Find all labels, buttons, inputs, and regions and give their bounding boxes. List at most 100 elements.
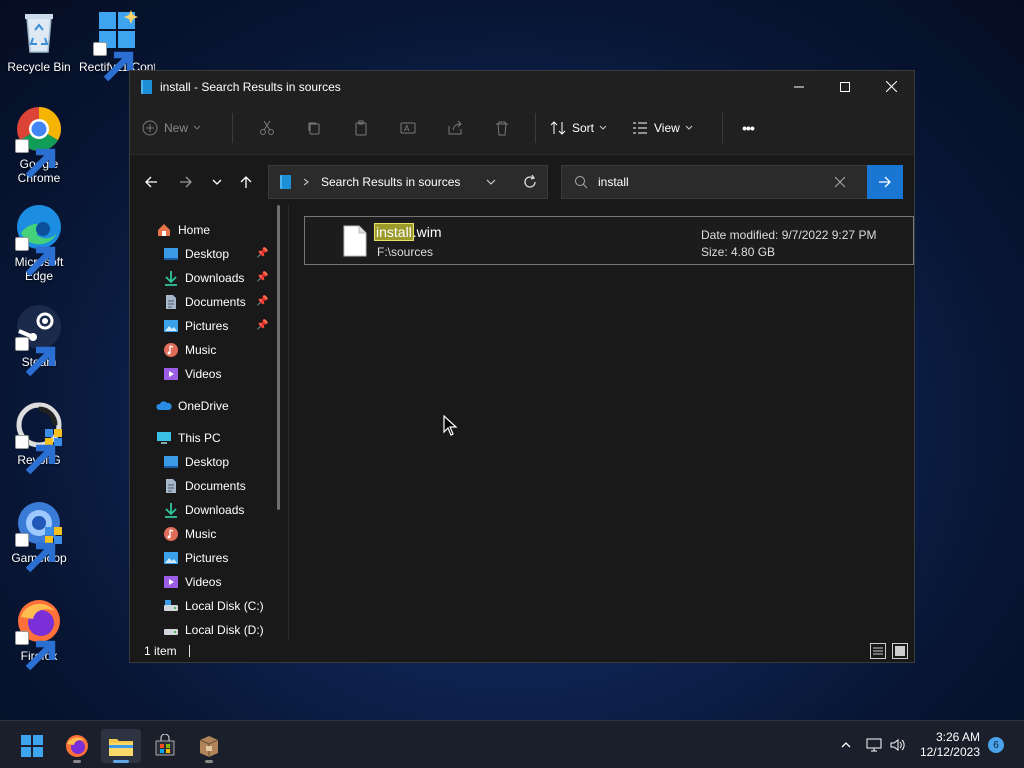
taskbar-firefox[interactable]	[57, 729, 97, 763]
music-icon	[163, 342, 179, 358]
search-go-button[interactable]	[867, 165, 903, 199]
desktop-icon-gameloop[interactable]: Gameloop	[1, 499, 77, 573]
drive-icon	[163, 622, 179, 638]
up-button[interactable]	[231, 167, 261, 197]
search-input[interactable]: install	[598, 175, 629, 189]
mouse-pointer-icon	[443, 415, 458, 436]
more-options-button[interactable]: •••	[733, 112, 763, 144]
address-bar[interactable]: Search Results in sources	[268, 165, 548, 199]
clear-search-button[interactable]	[834, 176, 846, 191]
nav-quick-music[interactable]: Music	[163, 339, 216, 361]
back-button[interactable]	[136, 167, 166, 197]
nav-label: Videos	[185, 575, 222, 589]
nav-quick-desktop[interactable]: Desktop	[163, 243, 229, 265]
package-icon	[199, 736, 219, 757]
navigation-scrollbar[interactable]	[277, 205, 280, 510]
paste-button[interactable]	[337, 112, 384, 144]
nav-label: Downloads	[185, 271, 245, 285]
desktop-icon-recycle-bin[interactable]: Recycle Bin	[1, 8, 77, 74]
result-row[interactable]: install.wim F:\sources Date modified: 9/…	[304, 216, 914, 265]
desktop-icon-revoltg[interactable]: RevoltG	[1, 401, 77, 475]
details-view-button[interactable]	[870, 643, 886, 659]
start-button[interactable]	[12, 729, 52, 763]
firefox-icon	[15, 597, 63, 671]
sort-button[interactable]: Sort	[546, 112, 626, 144]
nav-pc-downloads[interactable]: Downloads	[163, 499, 244, 521]
store-icon	[155, 734, 175, 756]
clock[interactable]: 3:26 AM 12/12/2023	[920, 730, 980, 760]
nav-home[interactable]: Home	[156, 219, 210, 241]
tiles-view-button[interactable]	[892, 643, 908, 659]
notification-badge[interactable]: 6	[988, 737, 1004, 753]
close-button[interactable]	[868, 71, 914, 102]
title-bar[interactable]: install - Search Results in sources	[130, 71, 914, 102]
desktop-icon-steam[interactable]: Steam	[1, 303, 77, 377]
nav-label: Documents	[185, 479, 246, 493]
firefox-icon	[66, 735, 88, 757]
search-icon	[575, 176, 588, 189]
window-title: install - Search Results in sources	[160, 79, 341, 94]
nav-label: Videos	[185, 367, 222, 381]
navigation-pane: Home Desktop 📌 Downloads 📌 Documents 📌 P…	[130, 205, 280, 641]
new-label: New	[164, 121, 189, 135]
view-icon	[633, 122, 647, 134]
chevron-down-icon	[599, 125, 607, 130]
minimize-button[interactable]	[776, 71, 822, 102]
nav-label: Local Disk (D:)	[185, 623, 264, 637]
maximize-button[interactable]	[822, 71, 868, 102]
nav-pc-desktop[interactable]: Desktop	[163, 451, 229, 473]
show-hidden-icons-button[interactable]	[836, 735, 856, 755]
shortcut-arrow-icon	[15, 631, 56, 671]
nav-quick-documents[interactable]: Documents	[163, 291, 246, 313]
nav-quick-videos[interactable]: Videos	[163, 363, 221, 385]
pin-icon: 📌	[256, 272, 269, 283]
nav-quick-downloads[interactable]: Downloads	[163, 267, 244, 289]
share-button[interactable]	[431, 112, 478, 144]
nav-label: Pictures	[185, 551, 229, 565]
videos-icon	[163, 366, 179, 382]
new-button[interactable]: New	[142, 112, 222, 144]
taskbar-installer-app[interactable]	[189, 729, 229, 763]
svg-text:A: A	[404, 124, 410, 133]
music-icon	[163, 526, 179, 542]
shortcut-arrow-icon	[93, 42, 134, 82]
pane-divider[interactable]	[288, 205, 289, 641]
result-size: Size: 4.80 GB	[701, 245, 776, 259]
forward-button[interactable]	[171, 167, 201, 197]
taskbar-microsoft-store[interactable]	[145, 729, 185, 763]
nav-onedrive[interactable]: OneDrive	[156, 395, 229, 417]
steam-icon	[15, 303, 63, 377]
download-arrow-icon	[163, 502, 179, 518]
rename-button[interactable]: A	[384, 112, 431, 144]
nav-pc-music[interactable]: Music	[163, 523, 216, 545]
search-box[interactable]: install	[561, 165, 903, 199]
nav-pc-videos[interactable]: Videos	[163, 571, 221, 593]
cut-button[interactable]	[243, 112, 290, 144]
refresh-icon	[524, 174, 536, 188]
desktop-icon-rectify11[interactable]: Rectify11 Contro	[79, 8, 155, 82]
nav-pc-pictures[interactable]: Pictures	[163, 547, 228, 569]
delete-button[interactable]	[478, 112, 525, 144]
copy-button[interactable]	[290, 112, 337, 144]
revolt-icon	[15, 401, 63, 475]
refresh-button[interactable]	[523, 174, 537, 192]
desktop-icon-firefox[interactable]: Firefox	[1, 597, 77, 671]
volume-button[interactable]	[888, 735, 908, 755]
file-explorer-window: install - Search Results in sources New …	[129, 70, 915, 663]
taskbar-file-explorer[interactable]	[101, 729, 141, 763]
nav-pc-local-disk-c[interactable]: Local Disk (C:)	[163, 595, 264, 617]
more-icon: •••	[742, 120, 755, 136]
address-dropdown-button[interactable]	[485, 176, 497, 191]
nav-this-pc[interactable]: This PC	[156, 427, 221, 449]
network-button[interactable]	[864, 735, 884, 755]
nav-pc-documents[interactable]: Documents	[163, 475, 246, 497]
recent-locations-button[interactable]	[202, 167, 232, 197]
arrow-up-icon	[240, 176, 252, 188]
view-button[interactable]: View	[632, 112, 712, 144]
nav-quick-pictures[interactable]: Pictures	[163, 315, 228, 337]
nav-pc-local-disk-d[interactable]: Local Disk (D:)	[163, 619, 264, 641]
status-separator	[188, 645, 190, 657]
desktop-icon-edge[interactable]: Microsoft Edge	[1, 203, 77, 283]
scissors-icon	[259, 120, 274, 135]
desktop-icon-chrome[interactable]: Google Chrome	[1, 105, 77, 185]
